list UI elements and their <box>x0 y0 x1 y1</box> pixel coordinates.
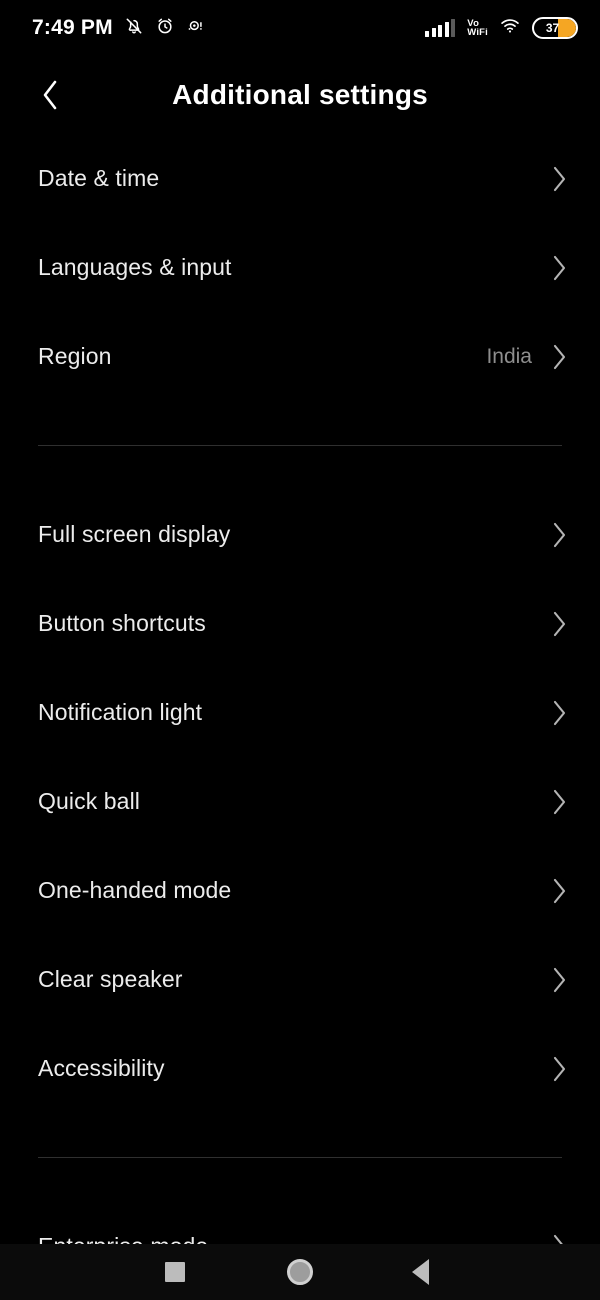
chevron-right-icon <box>548 966 570 994</box>
settings-row-value: India <box>486 344 532 368</box>
chevron-right-icon <box>548 1055 570 1083</box>
settings-row-label: Quick ball <box>38 788 140 814</box>
alarm-clock-icon <box>155 16 175 41</box>
chevron-right-icon <box>548 788 570 816</box>
status-clock: 7:49 PM <box>32 16 113 39</box>
settings-row-accessibility[interactable]: Accessibility <box>0 1024 600 1113</box>
chevron-right-icon <box>548 699 570 727</box>
settings-row-quick-ball[interactable]: Quick ball <box>0 757 600 846</box>
settings-row-region[interactable]: Region India <box>0 312 600 401</box>
settings-row-label: Date & time <box>38 165 160 191</box>
chevron-right-icon <box>548 521 570 549</box>
settings-row-button-shortcuts[interactable]: Button shortcuts <box>0 579 600 668</box>
chevron-right-icon <box>548 877 570 905</box>
page-title: Additional settings <box>172 79 428 110</box>
wifi-icon <box>499 16 521 41</box>
chevron-right-icon <box>548 165 570 193</box>
cellular-signal-icon <box>425 19 456 37</box>
battery-fill <box>558 19 576 37</box>
status-bar-left: 7:49 PM <box>32 16 206 41</box>
settings-row-label: Clear speaker <box>38 966 183 992</box>
home-button[interactable] <box>272 1248 328 1296</box>
settings-row-notification-light[interactable]: Notification light <box>0 668 600 757</box>
status-bar: 7:49 PM Vo WiFi 37 <box>0 0 600 56</box>
app-header: Additional settings <box>0 56 600 134</box>
settings-row-full-screen-display[interactable]: Full screen display <box>0 490 600 579</box>
navigation-bar <box>0 1244 600 1300</box>
status-bar-right: Vo WiFi 37 <box>425 16 578 41</box>
chevron-right-icon <box>548 254 570 282</box>
triangle-left-icon <box>411 1259 429 1285</box>
settings-row-languages-and-input[interactable]: Languages & input <box>0 223 600 312</box>
battery-icon: 37 <box>532 17 578 39</box>
circle-icon <box>287 1259 313 1285</box>
settings-row-label: One-handed mode <box>38 877 232 903</box>
vowifi-line-2: WiFi <box>467 27 488 38</box>
settings-list: Date & time Languages & input Region India F… <box>0 134 600 1291</box>
settings-row-label: Languages & input <box>38 254 232 280</box>
recents-button[interactable] <box>147 1248 203 1296</box>
silent-mode-icon <box>124 16 144 41</box>
phone-screen: 7:49 PM Vo WiFi 37 Additional settings D… <box>0 0 600 1300</box>
settings-row-label: Accessibility <box>38 1055 165 1081</box>
settings-row-date-and-time[interactable]: Date & time <box>0 134 600 223</box>
system-back-button[interactable] <box>392 1248 448 1296</box>
chevron-right-icon <box>548 343 570 371</box>
chevron-right-icon <box>548 610 570 638</box>
vowifi-indicator: Vo WiFi <box>467 18 488 38</box>
settings-row-label: Button shortcuts <box>38 610 206 636</box>
data-saver-icon <box>186 16 206 41</box>
square-icon <box>165 1262 185 1282</box>
settings-row-label: Full screen display <box>38 521 231 547</box>
settings-row-label: Notification light <box>38 699 203 725</box>
settings-row-label: Region <box>38 343 112 369</box>
settings-row-clear-speaker[interactable]: Clear speaker <box>0 935 600 1024</box>
settings-row-one-handed-mode[interactable]: One-handed mode <box>0 846 600 935</box>
battery-level: 37 <box>545 21 560 35</box>
